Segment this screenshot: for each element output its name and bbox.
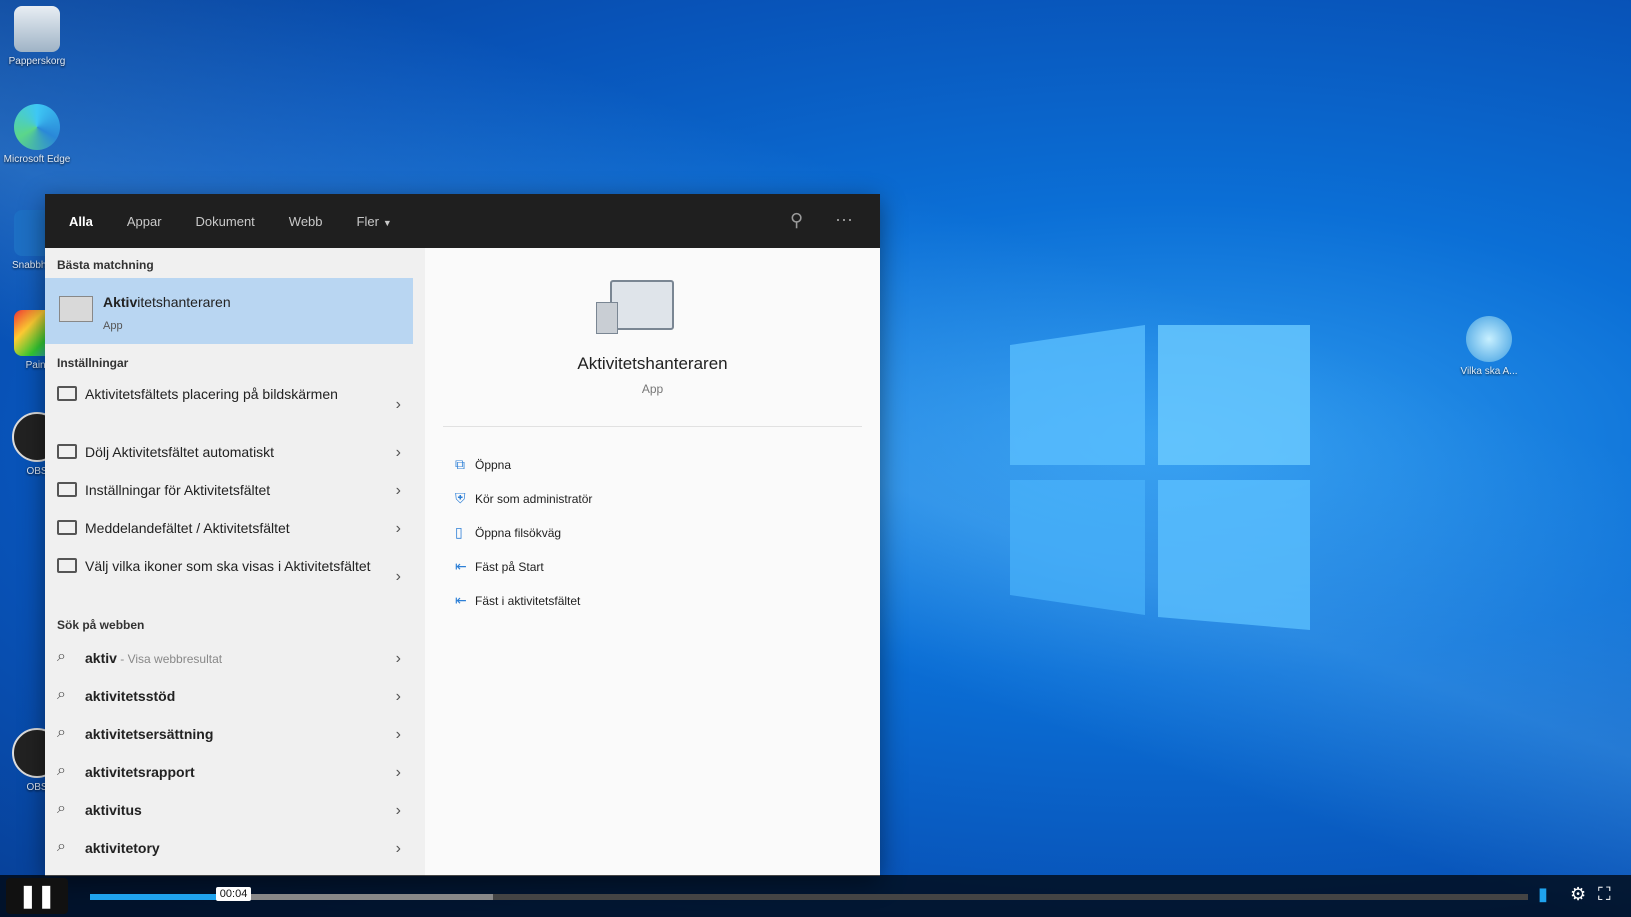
pause-icon: ❚❚ [18,883,56,908]
search-icon: ⌕ [57,686,66,703]
edge-icon [14,104,60,150]
action-pin-to-taskbar[interactable]: ⇤ Fäst i aktivitetsfältet [455,592,580,609]
search-icon: ⌕ [57,648,66,665]
pin-icon: ⇤ [455,592,467,608]
taskbar-settings-icon [57,558,77,573]
task-manager-icon [59,296,93,322]
tab-apps[interactable]: Appar [123,210,166,233]
settings-header: Inställningar [57,356,129,370]
folder-icon: ▯ [455,524,463,540]
gear-icon[interactable]: ⚙ [1570,884,1586,905]
best-match-type: App [103,320,123,332]
seek-bar[interactable]: 00:04 [90,887,1528,901]
taskbar-settings-icon [57,520,77,535]
action-pin-to-start[interactable]: ⇤ Fäst på Start [455,558,544,575]
pause-button[interactable]: ❚❚ [6,878,68,914]
chevron-right-icon: › [395,444,401,461]
search-panel: Alla Appar Dokument Webb Fler ▼ ⚲ ⋯ Bästa… [45,194,880,876]
detail-app-name: Aktivitetshanteraren [577,354,728,373]
open-icon: ⧉ [455,456,465,472]
tab-more[interactable]: Fler ▼ [353,210,396,233]
recycle-bin-icon [14,6,60,52]
chevron-down-icon: ▼ [382,217,392,228]
windows-logo [1010,325,1310,630]
more-options-icon[interactable]: ⋯ [835,210,853,231]
pin-icon: ⇤ [455,558,467,574]
chevron-right-icon: › [395,726,401,743]
search-icon: ⌕ [57,800,66,817]
chevron-right-icon: › [395,568,401,585]
desktop-icon-recycle-bin[interactable]: Papperskorg [0,6,74,67]
best-match-item[interactable]: Aktivitetshanteraren App [45,278,413,344]
fullscreen-icon[interactable]: ⛶ [1598,884,1611,905]
feedback-icon[interactable]: ⚲ [790,210,803,231]
chevron-right-icon: › [395,396,401,413]
tab-all[interactable]: Alla [57,210,105,253]
chevron-right-icon: › [395,840,401,857]
tab-documents[interactable]: Dokument [192,210,259,233]
chevron-right-icon: › [395,688,401,705]
desktop-icon-app[interactable]: Vilka ska A... [1452,316,1526,377]
action-open-file-location[interactable]: ▯ Öppna filsökväg [455,524,561,541]
tab-web[interactable]: Webb [285,210,327,233]
divider [443,426,862,427]
chevron-right-icon: › [395,482,401,499]
search-tab-bar: Alla Appar Dokument Webb Fler ▼ ⚲ ⋯ [45,194,880,253]
search-icon: ⌕ [57,724,66,741]
taskbar-settings-icon [57,482,77,497]
best-match-header: Bästa matchning [57,258,154,272]
globe-icon [1466,316,1512,362]
action-open[interactable]: ⧉ Öppna [455,456,511,473]
desktop-icon-edge[interactable]: Microsoft Edge [0,104,74,165]
action-run-as-admin[interactable]: ⛨ Kör som administratör [455,490,592,507]
search-icon: ⌕ [57,762,66,779]
volume-icon[interactable]: ▮ [1538,884,1548,905]
best-match-title: Aktivitetshanteraren [103,294,231,310]
task-manager-large-icon [596,280,674,334]
results-list: Bästa matchning Aktivitetshanteraren App… [45,248,425,876]
chevron-right-icon: › [395,520,401,537]
detail-app-type: App [641,382,664,396]
taskbar-settings-icon [57,386,77,401]
search-icon: ⌕ [57,838,66,855]
result-detail-pane: Aktivitetshanteraren App ⧉ Öppna ⛨ Kör som… [425,248,880,876]
tab-more-label: Fler [356,213,379,229]
chevron-right-icon: › [395,764,401,781]
current-time: 00:04 [215,887,252,901]
chevron-right-icon: › [395,650,401,667]
shield-icon: ⛨ [455,490,466,506]
chevron-right-icon: › [395,802,401,819]
taskbar-settings-icon [57,444,77,459]
playback-progress [90,894,234,900]
web-search-header: Sök på webben [57,618,145,632]
video-controls: ❚❚ 00:04 ▮ ⚙ ⛶ [0,875,1631,917]
